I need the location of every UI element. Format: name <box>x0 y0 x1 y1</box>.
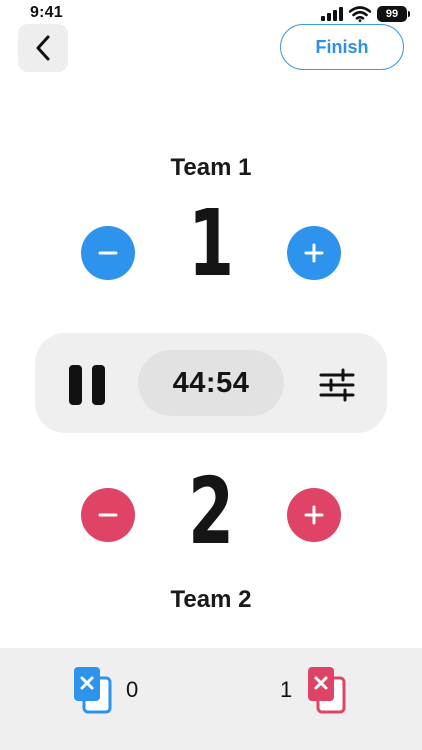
finish-button[interactable]: Finish <box>280 24 404 70</box>
team2-decrement-button[interactable] <box>81 488 135 542</box>
settings-button[interactable] <box>317 365 357 405</box>
pause-icon <box>69 365 82 405</box>
team1-increment-button[interactable] <box>287 226 341 280</box>
battery-icon: 99 <box>377 6 410 22</box>
plus-icon <box>304 243 324 263</box>
card-x-icon[interactable] <box>306 664 346 716</box>
team1-cards: 0 <box>72 664 138 716</box>
status-time: 9:41 <box>30 4 63 21</box>
chevron-left-icon <box>36 35 50 61</box>
team1-score: 1 <box>187 190 235 297</box>
team2-increment-button[interactable] <box>287 488 341 542</box>
sliders-icon <box>319 368 355 402</box>
status-icons: 99 <box>321 6 410 22</box>
team1-card-count: 0 <box>126 677 139 702</box>
battery-level: 99 <box>377 6 407 22</box>
team2-cards: 1 <box>280 664 346 716</box>
timer-panel: 44:54 <box>35 333 387 433</box>
pause-button[interactable] <box>69 365 105 405</box>
team1-name: Team 1 <box>170 154 252 181</box>
plus-icon <box>304 505 324 525</box>
team2-score: 2 <box>187 458 235 565</box>
signal-icon <box>321 7 343 21</box>
wifi-icon <box>349 6 371 22</box>
back-button[interactable] <box>18 24 68 72</box>
team2-name: Team 2 <box>170 586 252 613</box>
minus-icon <box>98 251 118 255</box>
minus-icon <box>98 513 118 517</box>
card-x-icon[interactable] <box>72 664 112 716</box>
team1-decrement-button[interactable] <box>81 226 135 280</box>
timer-display[interactable]: 44:54 <box>138 350 284 416</box>
cards-bar: 0 1 <box>0 648 422 750</box>
team2-card-count: 1 <box>280 677 293 702</box>
